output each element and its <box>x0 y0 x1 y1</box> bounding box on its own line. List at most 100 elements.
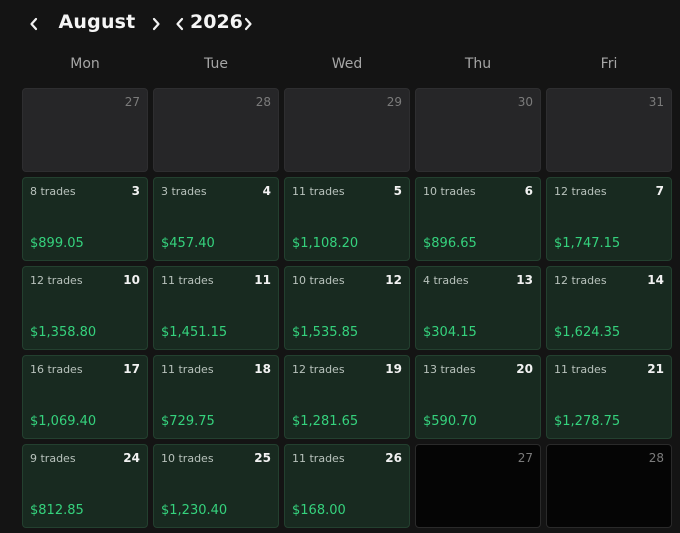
day-cell[interactable]: 25 10 trades $1,230.40 <box>153 444 279 528</box>
day-cell[interactable]: 28 <box>546 444 672 528</box>
weekday-4: Fri <box>600 56 618 72</box>
day-cell[interactable]: 10 12 trades $1,358.80 <box>22 266 148 350</box>
trade-count: 3 trades <box>161 185 207 198</box>
weekday-header: Mon Tue Wed Thu Fri <box>22 56 680 76</box>
prev-month-button[interactable] <box>24 10 44 38</box>
weekday-1: Tue <box>204 56 228 72</box>
day-cell[interactable]: 26 11 trades $168.00 <box>284 444 410 528</box>
trade-count: 12 trades <box>30 274 83 287</box>
day-number: 6 <box>524 184 533 198</box>
trade-count: 12 trades <box>292 363 345 376</box>
daily-pnl: $1,108.20 <box>292 236 359 251</box>
daily-pnl: $168.00 <box>292 503 346 518</box>
day-cell[interactable]: 31 <box>546 88 672 172</box>
day-number: 11 <box>254 273 271 287</box>
daily-pnl: $1,358.80 <box>30 325 97 340</box>
trade-count: 10 trades <box>292 274 345 287</box>
day-number: 13 <box>516 273 533 287</box>
calendar-header: August 2026 <box>0 0 680 48</box>
day-cell[interactable]: 17 16 trades $1,069.40 <box>22 355 148 439</box>
day-cell[interactable]: 20 13 trades $590.70 <box>415 355 541 439</box>
day-cell[interactable]: 13 4 trades $304.15 <box>415 266 541 350</box>
day-number: 12 <box>385 273 402 287</box>
day-number: 19 <box>385 362 402 376</box>
daily-pnl: $1,278.75 <box>554 414 621 429</box>
chevron-left-icon <box>176 17 184 31</box>
day-cell[interactable]: 5 11 trades $1,108.20 <box>284 177 410 261</box>
weekday-3: Thu <box>464 56 492 72</box>
day-number: 28 <box>255 95 271 109</box>
day-number: 31 <box>648 95 664 109</box>
chevron-left-icon <box>30 17 38 31</box>
weekday-2: Wed <box>331 56 363 72</box>
day-cell[interactable]: 12 10 trades $1,535.85 <box>284 266 410 350</box>
day-cell[interactable]: 4 3 trades $457.40 <box>153 177 279 261</box>
day-number: 20 <box>516 362 533 376</box>
daily-pnl: $457.40 <box>161 236 215 251</box>
day-cell[interactable]: 7 12 trades $1,747.15 <box>546 177 672 261</box>
daily-pnl: $1,747.15 <box>554 236 621 251</box>
day-number: 7 <box>655 184 664 198</box>
day-number: 24 <box>123 451 140 465</box>
chevron-right-icon <box>244 17 252 31</box>
trade-count: 12 trades <box>554 274 607 287</box>
day-cell[interactable]: 3 8 trades $899.05 <box>22 177 148 261</box>
day-number: 3 <box>131 184 140 198</box>
next-month-button[interactable] <box>146 10 166 38</box>
day-cell[interactable]: 29 <box>284 88 410 172</box>
calendar-grid: 27 28 29 30 31 3 8 trades $899.05 4 3 trades $457.… <box>22 88 680 533</box>
daily-pnl: $590.70 <box>423 414 477 429</box>
trade-count: 11 trades <box>161 363 214 376</box>
day-number: 17 <box>123 362 140 376</box>
day-cell[interactable]: 19 12 trades $1,281.65 <box>284 355 410 439</box>
day-number: 29 <box>386 95 402 109</box>
daily-pnl: $1,230.40 <box>161 503 228 518</box>
day-cell[interactable]: 6 10 trades $896.65 <box>415 177 541 261</box>
trade-count: 10 trades <box>423 185 476 198</box>
day-cell[interactable]: 18 11 trades $729.75 <box>153 355 279 439</box>
day-cell[interactable]: 27 <box>22 88 148 172</box>
weekday-0: Mon <box>70 56 100 72</box>
day-number: 27 <box>517 451 533 465</box>
day-number: 14 <box>647 273 664 287</box>
day-number: 21 <box>647 362 664 376</box>
day-cell[interactable]: 27 <box>415 444 541 528</box>
trade-count: 4 trades <box>423 274 469 287</box>
daily-pnl: $1,451.15 <box>161 325 228 340</box>
day-cell[interactable]: 24 9 trades $812.85 <box>22 444 148 528</box>
day-cell[interactable]: 11 11 trades $1,451.15 <box>153 266 279 350</box>
day-cell[interactable]: 28 <box>153 88 279 172</box>
daily-pnl: $1,535.85 <box>292 325 359 340</box>
month-label: August <box>58 11 136 33</box>
day-number: 26 <box>385 451 402 465</box>
day-number: 28 <box>648 451 664 465</box>
next-year-button[interactable] <box>238 10 258 38</box>
trade-count: 11 trades <box>292 185 345 198</box>
trade-count: 16 trades <box>30 363 83 376</box>
daily-pnl: $729.75 <box>161 414 215 429</box>
prev-year-button[interactable] <box>170 10 190 38</box>
trade-count: 11 trades <box>161 274 214 287</box>
trade-count: 12 trades <box>554 185 607 198</box>
chevron-right-icon <box>152 17 160 31</box>
daily-pnl: $899.05 <box>30 236 84 251</box>
daily-pnl: $896.65 <box>423 236 477 251</box>
trading-calendar: August 2026 Mon Tue Wed Thu Fri 27 28 29 30 31 3 8… <box>0 0 680 533</box>
day-number: 10 <box>123 273 140 287</box>
day-cell[interactable]: 21 11 trades $1,278.75 <box>546 355 672 439</box>
daily-pnl: $812.85 <box>30 503 84 518</box>
day-cell[interactable]: 14 12 trades $1,624.35 <box>546 266 672 350</box>
trade-count: 10 trades <box>161 452 214 465</box>
year-label: 2026 <box>190 11 243 33</box>
day-number: 27 <box>124 95 140 109</box>
daily-pnl: $304.15 <box>423 325 477 340</box>
trade-count: 13 trades <box>423 363 476 376</box>
trade-count: 8 trades <box>30 185 76 198</box>
daily-pnl: $1,281.65 <box>292 414 359 429</box>
daily-pnl: $1,069.40 <box>30 414 97 429</box>
day-cell[interactable]: 30 <box>415 88 541 172</box>
day-number: 18 <box>254 362 271 376</box>
daily-pnl: $1,624.35 <box>554 325 621 340</box>
day-number: 25 <box>254 451 271 465</box>
day-number: 5 <box>393 184 402 198</box>
